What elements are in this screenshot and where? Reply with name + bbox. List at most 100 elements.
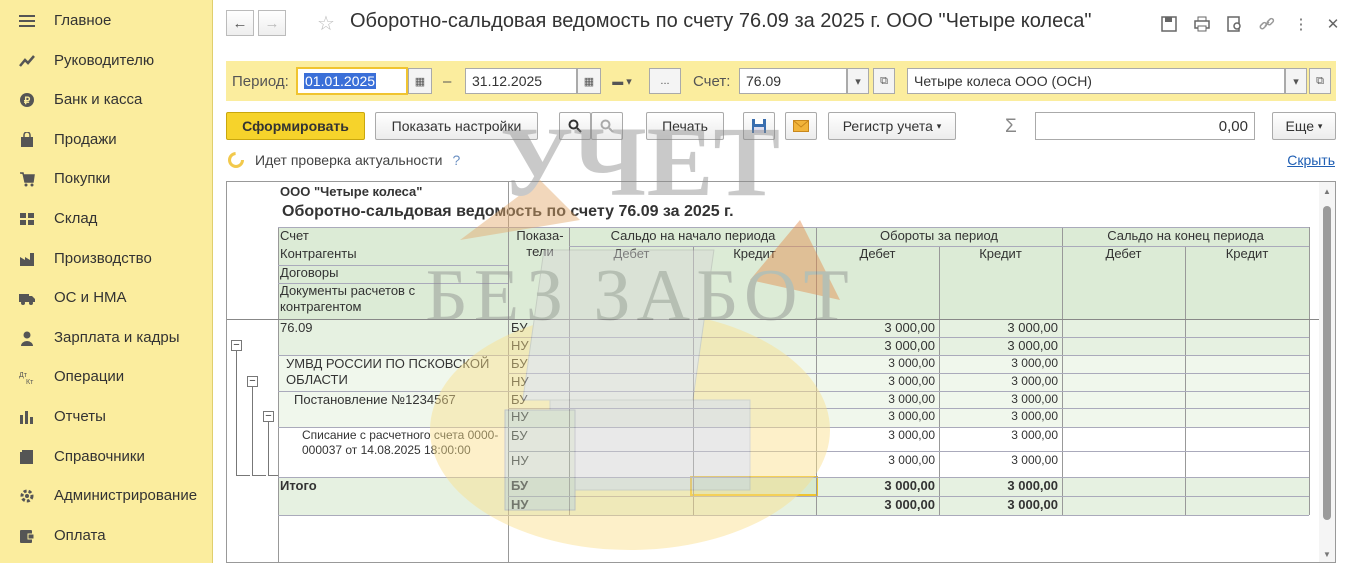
grid-line <box>508 496 1309 497</box>
sidebar-item-reports[interactable]: Отчеты <box>0 397 212 435</box>
generate-button[interactable]: Сформировать <box>226 112 365 140</box>
header-closing: Сальдо на конец периода <box>1107 228 1264 243</box>
account-dropdown-icon[interactable]: ▾ <box>847 68 869 94</box>
sidebar-item-manager[interactable]: Руководителю <box>0 41 212 79</box>
sidebar-item-operations[interactable]: Дт Кт Операции <box>0 357 212 395</box>
floppy-icon <box>752 119 766 133</box>
sidebar-item-label: Покупки <box>54 169 111 187</box>
sidebar-item-salary[interactable]: Зарплата и кадры <box>0 318 212 356</box>
sidebar-item-warehouse[interactable]: Склад <box>0 199 212 237</box>
sum-field[interactable]: 0,00 <box>1035 112 1255 140</box>
organization-open-icon[interactable]: ⧉ <box>1309 68 1331 94</box>
scroll-down-icon[interactable]: ▼ <box>1323 550 1331 559</box>
row-name: Постановление №1234567 <box>294 392 456 407</box>
sidebar-item-main[interactable]: Главное <box>0 1 212 39</box>
sidebar: Главное Руководителю ₽ Банк и касса Прод… <box>0 0 213 563</box>
close-icon[interactable]: ✕ <box>1323 14 1343 34</box>
print-button[interactable]: Печать <box>646 112 724 140</box>
sidebar-item-directories[interactable]: Справочники <box>0 437 212 475</box>
total-label: Итого <box>280 478 317 493</box>
back-button[interactable]: ← <box>226 10 254 36</box>
organization-dropdown-icon[interactable]: ▾ <box>1285 68 1307 94</box>
row-name: Списание с расчетного счета 0000-000037 … <box>302 428 499 457</box>
account-open-icon[interactable]: ⧉ <box>873 68 895 94</box>
search-clear-icon <box>600 119 614 133</box>
period-type-select[interactable]: ▬ ▾ <box>604 68 640 94</box>
help-icon[interactable]: ? <box>452 152 460 168</box>
period-choose-button[interactable]: ... <box>649 68 681 94</box>
indicator: НУ <box>511 338 529 353</box>
collapse-toggle[interactable]: − <box>263 411 274 422</box>
grid-line <box>278 227 1309 228</box>
sidebar-item-label: ОС и НМА <box>54 288 127 306</box>
scroll-up-icon[interactable]: ▲ <box>1323 187 1331 196</box>
header-turnover: Обороты за период <box>880 228 998 243</box>
more-menu-icon[interactable]: ⋮ <box>1291 14 1311 34</box>
sidebar-item-payment[interactable]: Оплата <box>0 516 212 554</box>
search-button[interactable] <box>559 112 591 140</box>
organization-field[interactable]: Четыре колеса ООО (ОСН) <box>907 68 1285 94</box>
sidebar-item-production[interactable]: Производство <box>0 239 212 277</box>
sidebar-item-label: Отчеты <box>54 407 106 425</box>
row-name: 76.09 <box>280 320 313 335</box>
preview-icon[interactable] <box>1225 14 1245 34</box>
collapse-toggle[interactable]: − <box>231 340 242 351</box>
vertical-scrollbar[interactable]: ▲ ▼ <box>1319 182 1335 562</box>
hide-link[interactable]: Скрыть <box>1287 152 1335 168</box>
turnover-debit-cell: 3 000,00 <box>884 320 935 335</box>
operations-icon: Дт Кт <box>19 369 35 385</box>
book-icon <box>19 449 35 465</box>
header-turnover-debit: Дебет <box>859 246 896 261</box>
selected-cell[interactable] <box>690 476 818 496</box>
scroll-thumb[interactable] <box>1323 206 1331 520</box>
turnover-debit-cell: 3 000,00 <box>888 374 935 388</box>
date-to-field[interactable]: 31.12.2025 <box>465 68 577 94</box>
star-icon[interactable]: ☆ <box>317 11 335 36</box>
indicator: БУ <box>511 478 529 493</box>
indicator: БУ <box>511 428 528 443</box>
indicator: НУ <box>511 374 529 389</box>
sidebar-item-fixed-assets[interactable]: ОС и НМА <box>0 278 212 316</box>
cart-icon <box>19 171 35 187</box>
email-button[interactable] <box>785 112 817 140</box>
main-panel: ← → ☆ Оборотно-сальдовая ведомость по сч… <box>213 0 1352 563</box>
sidebar-item-admin[interactable]: Администрирование <box>0 476 212 514</box>
sidebar-item-label: Зарплата и кадры <box>54 328 180 346</box>
sidebar-item-purchases[interactable]: Покупки <box>0 159 212 197</box>
save-icon[interactable] <box>1159 14 1179 34</box>
more-button[interactable]: Еще ▾ <box>1272 112 1336 140</box>
sidebar-item-label: Банк и касса <box>54 90 143 108</box>
link-icon[interactable] <box>1257 14 1277 34</box>
factory-icon <box>19 251 35 267</box>
calendar-to-icon[interactable]: ▦ <box>577 68 601 94</box>
sum-icon: Σ <box>1005 116 1017 137</box>
arrow-left-icon: ← <box>232 14 248 32</box>
save-button[interactable] <box>743 112 775 140</box>
turnover-credit-cell: 3 000,00 <box>1011 356 1058 370</box>
indicator: НУ <box>511 409 529 424</box>
show-settings-button[interactable]: Показать настройки <box>375 112 538 140</box>
coin-icon: ₽ <box>19 92 35 108</box>
register-button[interactable]: Регистр учета ▾ <box>828 112 956 140</box>
sidebar-item-bank[interactable]: ₽ Банк и касса <box>0 80 212 118</box>
sidebar-item-label: Главное <box>54 11 112 29</box>
forward-button[interactable]: → <box>258 10 286 36</box>
grid-line <box>508 451 1309 452</box>
collapse-toggle[interactable]: − <box>247 376 258 387</box>
grid-line <box>508 373 1309 374</box>
tree-line <box>236 475 250 476</box>
chevron-down-icon: ▾ <box>936 120 942 131</box>
account-field[interactable]: 76.09 <box>739 68 847 94</box>
calendar-from-icon[interactable]: ▦ <box>408 68 432 94</box>
turnover-debit-cell: 3 000,00 <box>888 392 935 406</box>
grid-line <box>1062 227 1063 515</box>
status-line: Идет проверка актуальности ? <box>227 151 460 169</box>
sidebar-item-sales[interactable]: Продажи <box>0 120 212 158</box>
page-title: Оборотно-сальдовая ведомость по счету 76… <box>350 10 1092 32</box>
grid-line <box>1185 246 1186 515</box>
sidebar-item-label: Руководителю <box>54 51 155 69</box>
date-from-field[interactable]: 01.01.2025 <box>296 67 408 95</box>
person-icon <box>19 330 35 346</box>
print-icon[interactable] <box>1192 14 1212 34</box>
search-clear-button[interactable] <box>591 112 623 140</box>
